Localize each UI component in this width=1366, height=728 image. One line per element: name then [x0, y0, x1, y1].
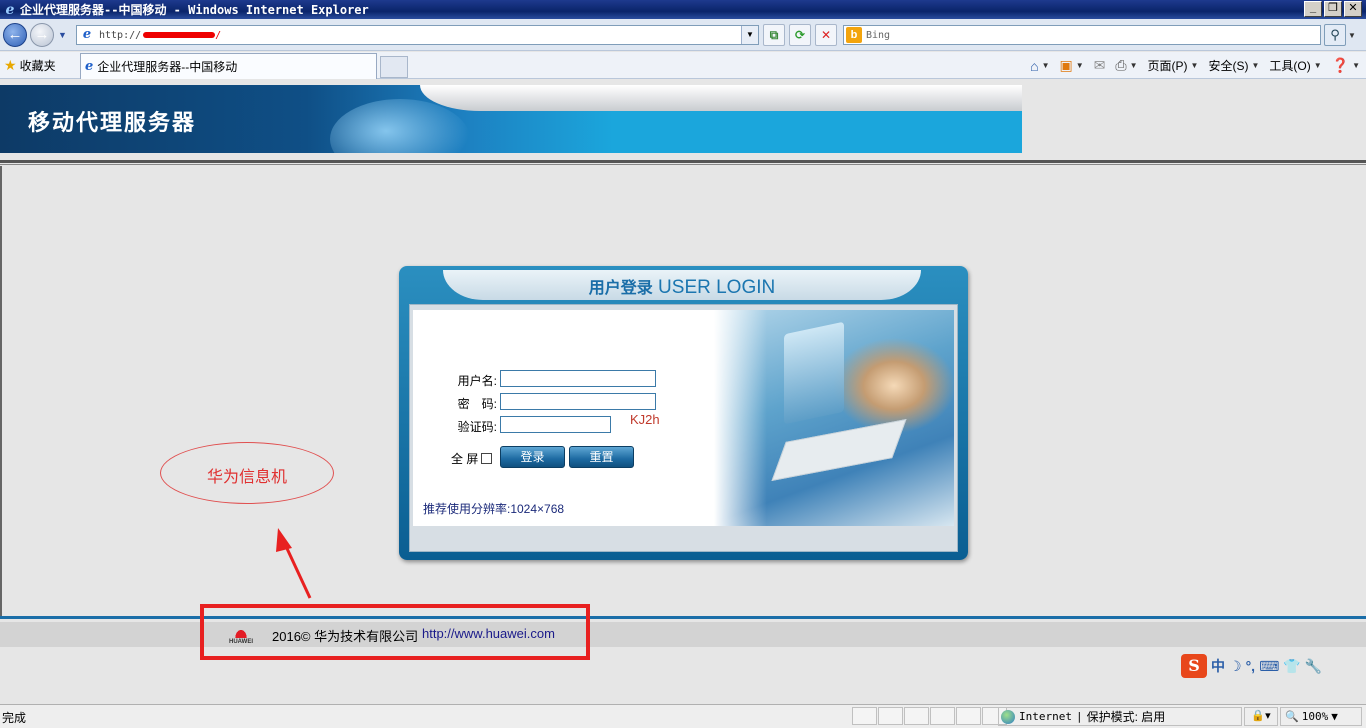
mail-button[interactable]: ✉: [1094, 57, 1106, 74]
url-prefix: http://: [99, 29, 142, 41]
login-panel: 用户登录 USER LOGIN 用户名: 密 码: 验证码: KJ2h 全 屏 …: [399, 266, 968, 560]
zone-label: Internet: [1019, 710, 1072, 723]
ime-toolbar: S 中 ☽ °, ⌨ 👕 🔧: [1181, 654, 1322, 678]
help-button[interactable]: ❓ ▼: [1332, 57, 1360, 74]
left-border: [0, 166, 2, 616]
help-icon: ❓: [1331, 57, 1350, 73]
captcha-label: 验证码:: [457, 420, 497, 434]
shirt-icon[interactable]: 👕: [1283, 658, 1300, 675]
browser-tab[interactable]: e 企业代理服务器--中国移动: [80, 53, 377, 79]
tab-title: 企业代理服务器--中国移动: [97, 60, 238, 74]
search-placeholder: Bing: [866, 29, 891, 41]
favorites-button[interactable]: ★ 收藏夹: [4, 57, 56, 74]
login-heading-cn: 用户登录: [588, 280, 653, 297]
title-bar: e 企业代理服务器--中国移动 - Windows Internet Explo…: [0, 0, 1366, 19]
sogou-logo-icon[interactable]: S: [1181, 654, 1207, 678]
star-icon: ★: [4, 57, 17, 73]
window-title: 企业代理服务器--中国移动 - Windows Internet Explore…: [20, 3, 369, 17]
address-dropdown-icon[interactable]: ▼: [741, 26, 758, 44]
ie-logo-icon: e: [5, 1, 15, 18]
footer-highlight-box: [200, 604, 590, 660]
print-button[interactable]: ⎙ ▼: [1115, 57, 1137, 74]
rss-icon: ▣: [1059, 57, 1073, 73]
favorites-bar: ★ 收藏夹 e 企业代理服务器--中国移动 ⌂ ▼ ▣ ▼ ✉ ⎙ ▼ 页面(P) ▼ …: [0, 52, 1366, 79]
new-tab-button[interactable]: [380, 56, 408, 78]
zoom-dropdown-icon: ▼: [1331, 710, 1338, 723]
favorites-label: 收藏夹: [19, 59, 56, 73]
print-icon: ⎙: [1115, 57, 1127, 73]
ime-mode-toggle[interactable]: 中: [1211, 656, 1225, 676]
restore-button[interactable]: ❐: [1324, 1, 1342, 17]
status-cells: [852, 707, 1008, 725]
password-label: 密 码:: [457, 397, 497, 411]
page-menu[interactable]: 页面(P) ▼: [1148, 57, 1199, 74]
close-button[interactable]: ✕: [1344, 1, 1362, 17]
search-options-icon[interactable]: ▼: [1348, 31, 1356, 40]
header-divider-thin: [0, 164, 1366, 165]
captcha-code[interactable]: KJ2h: [630, 412, 660, 427]
username-label: 用户名:: [457, 374, 497, 388]
minimize-button[interactable]: _: [1304, 1, 1322, 17]
address-input[interactable]: e http:// / ▼: [76, 25, 759, 45]
bing-icon: b: [846, 27, 862, 43]
keyboard-icon[interactable]: ⌨: [1259, 658, 1279, 675]
forward-button[interactable]: →: [30, 23, 54, 47]
mail-icon: ✉: [1093, 57, 1106, 73]
status-bar: 完成 Internet | 保护模式: 启用 🔒▾ 🔍 100% ▼: [0, 704, 1366, 728]
password-input[interactable]: [500, 393, 656, 410]
address-toolbar: ← → ▼ e http:// / ▼ ⧉ ⟳ ✕ b Bing ⚲ ▼: [0, 19, 1366, 51]
punctuation-icon[interactable]: °,: [1246, 658, 1256, 674]
header-divider: [0, 160, 1366, 163]
login-heading-en: USER LOGIN: [658, 277, 776, 298]
page-content: 移动代理服务器 用户登录 USER LOGIN 用户名: 密 码: 验证码: K…: [0, 80, 1366, 704]
zoom-icon: 🔍: [1285, 710, 1299, 723]
security-settings-icon[interactable]: 🔒▾: [1244, 707, 1278, 726]
url-redaction: [143, 32, 216, 38]
stop-icon[interactable]: ✕: [815, 24, 837, 46]
login-body: 用户名: 密 码: 验证码: KJ2h 全 屏 登录 重置 推荐使用分辨率:10…: [413, 310, 954, 526]
username-input[interactable]: [500, 370, 656, 387]
feeds-button[interactable]: ▣ ▼: [1060, 57, 1084, 74]
compatibility-view-icon[interactable]: ⧉: [763, 24, 785, 46]
login-header: 用户登录 USER LOGIN: [443, 270, 921, 300]
safety-menu[interactable]: 安全(S) ▼: [1208, 57, 1259, 74]
status-text: 完成: [2, 711, 27, 725]
home-button[interactable]: ⌂ ▼: [1030, 58, 1049, 74]
command-bar: ⌂ ▼ ▣ ▼ ✉ ⎙ ▼ 页面(P) ▼ 安全(S) ▼ 工具(O) ▼ ❓ ▼: [1030, 57, 1360, 74]
annotation-label: 华为信息机: [206, 469, 287, 486]
security-zone[interactable]: Internet | 保护模式: 启用: [998, 707, 1242, 726]
zoom-control[interactable]: 🔍 100% ▼: [1280, 707, 1362, 726]
globe-icon: [1001, 709, 1015, 724]
header-banner: 移动代理服务器: [0, 85, 1022, 153]
protected-mode-label: 保护模式: 启用: [1086, 710, 1166, 724]
login-photo: [714, 310, 954, 526]
wrench-icon[interactable]: 🔧: [1305, 658, 1322, 675]
url-tail: /: [215, 29, 222, 41]
page-icon: e: [82, 27, 92, 42]
refresh-icon[interactable]: ⟳: [789, 24, 811, 46]
search-input[interactable]: b Bing: [843, 25, 1321, 45]
search-icon[interactable]: ⚲: [1324, 24, 1346, 46]
fullscreen-checkbox[interactable]: [481, 453, 493, 464]
zoom-level: 100%: [1301, 710, 1329, 723]
home-icon: ⌂: [1030, 57, 1039, 74]
captcha-input[interactable]: [500, 416, 611, 433]
moon-icon[interactable]: ☽: [1229, 658, 1242, 675]
back-button[interactable]: ←: [3, 23, 27, 47]
annotation-arrow: [276, 528, 312, 599]
resolution-note: 推荐使用分辨率:1024×768: [423, 502, 565, 516]
banner-sheen: [420, 85, 1022, 111]
page-icon: e: [85, 59, 94, 74]
reset-button[interactable]: 重置: [569, 446, 634, 468]
history-dropdown-icon[interactable]: ▼: [58, 30, 67, 40]
window-controls: _ ❐ ✕: [1304, 1, 1362, 17]
fullscreen-label: 全 屏: [451, 452, 479, 466]
banner-title: 移动代理服务器: [28, 110, 197, 136]
fullscreen-option[interactable]: 全 屏: [451, 450, 493, 467]
login-button[interactable]: 登录: [500, 446, 565, 468]
tools-menu[interactable]: 工具(O) ▼: [1269, 57, 1321, 74]
